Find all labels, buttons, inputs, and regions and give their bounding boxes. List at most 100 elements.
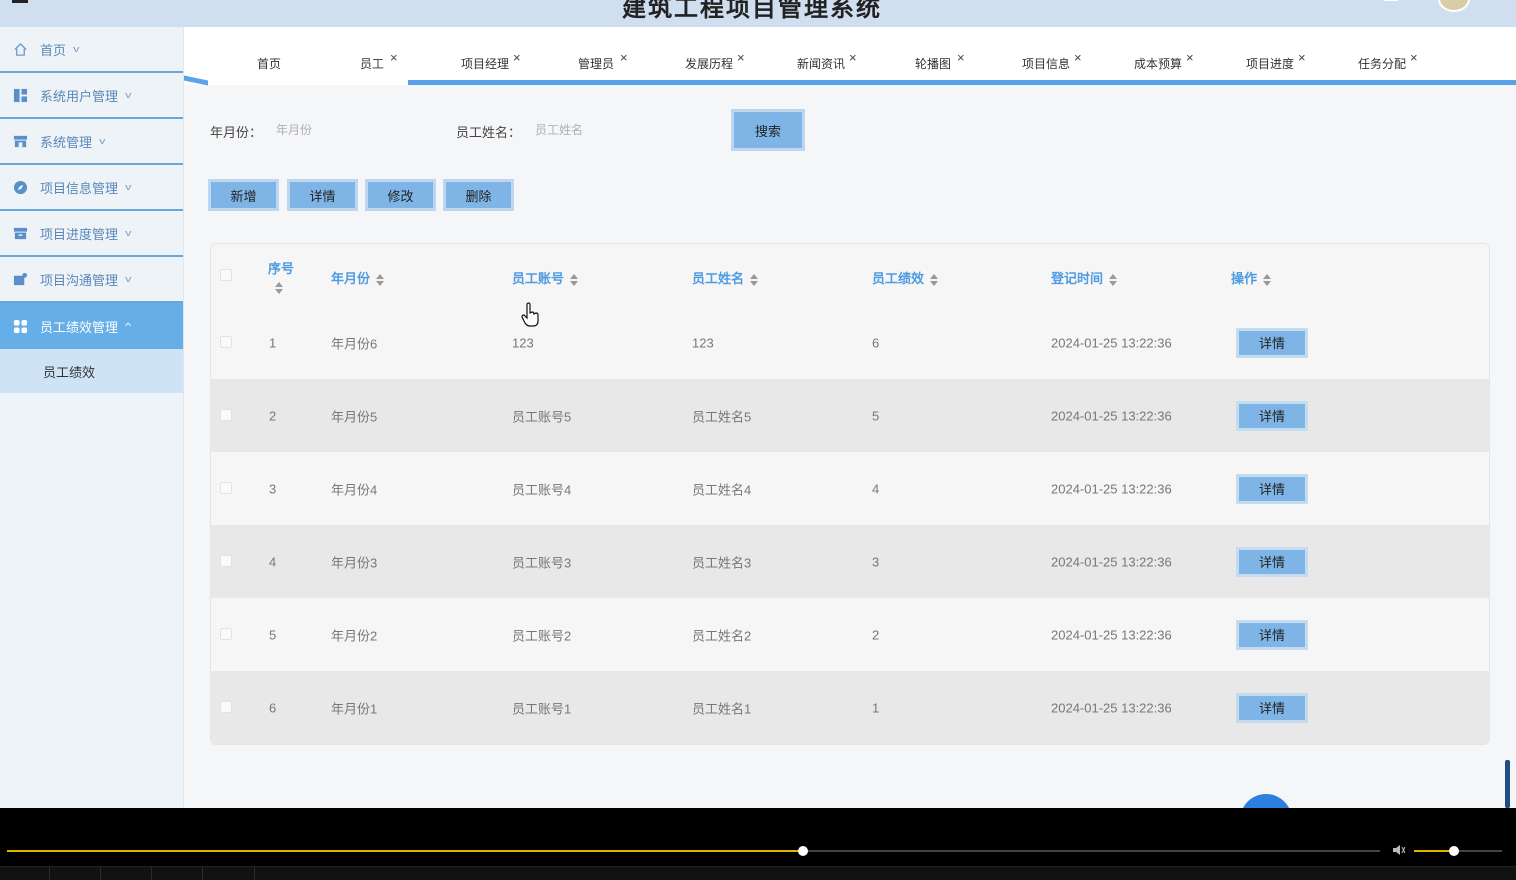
table-row[interactable]: 4 年月份3 员工账号3 员工姓名3 3 2024-01-25 13:22:36… bbox=[211, 525, 1489, 598]
close-icon[interactable]: × bbox=[957, 50, 965, 65]
search-button[interactable]: 搜索 bbox=[731, 109, 805, 151]
column-header-action[interactable]: 操作 bbox=[1231, 268, 1272, 287]
sidebar-item-system-users[interactable]: 系统用户管理 v bbox=[0, 73, 183, 119]
scrollbar[interactable] bbox=[1505, 760, 1510, 808]
row-detail-button[interactable]: 详情 bbox=[1236, 692, 1308, 723]
volume-icon[interactable] bbox=[1392, 843, 1406, 859]
row-detail-button[interactable]: 详情 bbox=[1236, 400, 1308, 431]
segment[interactable] bbox=[203, 867, 255, 880]
sort-icon[interactable] bbox=[376, 273, 385, 286]
sort-icon[interactable] bbox=[750, 273, 759, 286]
segment[interactable] bbox=[0, 867, 50, 880]
cell-index: 3 bbox=[269, 481, 277, 496]
chevron-down-icon: v bbox=[125, 228, 132, 238]
close-icon[interactable]: × bbox=[1074, 50, 1082, 65]
sidebar-item-home[interactable]: 首页 v bbox=[0, 27, 183, 73]
avatar[interactable] bbox=[1438, 0, 1470, 12]
sidebar-item-project-info[interactable]: 项目信息管理 v bbox=[0, 165, 183, 211]
tab-cost-budget[interactable]: 成本预算 × bbox=[1134, 50, 1194, 72]
progress-knob[interactable] bbox=[798, 846, 809, 856]
row-checkbox[interactable] bbox=[220, 628, 232, 640]
row-checkbox[interactable] bbox=[220, 701, 232, 713]
cell-month: 年月份4 bbox=[331, 482, 378, 497]
cell-score: 4 bbox=[872, 481, 880, 496]
close-icon[interactable]: × bbox=[513, 50, 521, 65]
cell-account: 员工账号5 bbox=[512, 409, 572, 424]
close-icon[interactable]: × bbox=[849, 50, 857, 65]
tab-admin[interactable]: 管理员 × bbox=[578, 50, 628, 72]
tab-carousel[interactable]: 轮播图 × bbox=[915, 50, 965, 72]
row-checkbox[interactable] bbox=[220, 336, 232, 348]
tab-home[interactable]: 首页 bbox=[257, 55, 281, 72]
cell-time: 2024-01-25 13:22:36 bbox=[1051, 627, 1172, 642]
volume-knob[interactable] bbox=[1448, 846, 1459, 856]
sort-icon[interactable] bbox=[1109, 273, 1118, 286]
row-detail-button[interactable]: 详情 bbox=[1236, 546, 1308, 577]
column-header-month[interactable]: 年月份 bbox=[331, 268, 385, 287]
edit-button[interactable]: 修改 bbox=[365, 179, 436, 211]
tab-history[interactable]: 发展历程 × bbox=[685, 50, 745, 72]
sidebar-item-system[interactable]: 系统管理 v bbox=[0, 119, 183, 165]
sidebar-subitem-employee-performance[interactable]: 员工绩效 bbox=[0, 349, 183, 393]
column-header-label: 登记时间 bbox=[1051, 271, 1104, 286]
cell-name: 员工姓名2 bbox=[692, 628, 752, 643]
row-detail-button[interactable]: 详情 bbox=[1236, 473, 1308, 504]
sort-icon[interactable] bbox=[1263, 273, 1272, 286]
row-checkbox[interactable] bbox=[220, 555, 232, 567]
column-header-time[interactable]: 登记时间 bbox=[1051, 268, 1118, 287]
tab-project-info[interactable]: 项目信息 × bbox=[1022, 50, 1082, 72]
tab-task-assignment[interactable]: 任务分配 × bbox=[1358, 50, 1418, 72]
sort-icon[interactable] bbox=[570, 273, 579, 286]
column-header-index[interactable]: 序号 bbox=[268, 258, 294, 294]
cell-score: 5 bbox=[872, 408, 880, 423]
sort-icon[interactable] bbox=[930, 273, 939, 286]
user-menu-icon[interactable] bbox=[1384, 0, 1398, 1]
close-icon[interactable]: × bbox=[1410, 50, 1418, 65]
table-row[interactable]: 2 年月份5 员工账号5 员工姓名5 5 2024-01-25 13:22:36… bbox=[211, 379, 1489, 452]
sidebar-item-project-communication[interactable]: 项目沟通管理 v bbox=[0, 257, 183, 303]
employee-name-input[interactable] bbox=[535, 115, 705, 145]
delete-button[interactable]: 删除 bbox=[443, 179, 514, 211]
menu-icon[interactable] bbox=[12, 0, 28, 3]
row-checkbox[interactable] bbox=[220, 409, 232, 421]
volume-slider[interactable] bbox=[1414, 846, 1502, 856]
row-detail-button[interactable]: 详情 bbox=[1236, 619, 1308, 650]
column-header-name[interactable]: 员工姓名 bbox=[692, 268, 759, 287]
cell-name: 员工姓名1 bbox=[692, 701, 752, 716]
table-row[interactable]: 6 年月份1 员工账号1 员工姓名1 1 2024-01-25 13:22:36… bbox=[211, 671, 1489, 744]
row-detail-button[interactable]: 详情 bbox=[1236, 327, 1308, 358]
tab-news[interactable]: 新闻资讯 × bbox=[797, 50, 857, 72]
month-input[interactable] bbox=[276, 115, 436, 145]
performance-table: 序号 年月份 员工账号 员工姓名 员工绩效 登记时间 操作 1 年月份6 123… bbox=[210, 243, 1490, 745]
tab-employee[interactable]: 员工 × bbox=[360, 50, 398, 72]
progress-slider[interactable] bbox=[7, 846, 1380, 856]
cell-time: 2024-01-25 13:22:36 bbox=[1051, 408, 1172, 423]
volume-fill bbox=[1414, 850, 1454, 852]
select-all-checkbox[interactable] bbox=[220, 269, 232, 281]
sidebar-item-project-progress[interactable]: 项目进度管理 v bbox=[0, 211, 183, 257]
sidebar-item-employee-performance[interactable]: 员工绩效管理 ^ bbox=[0, 303, 183, 349]
close-icon[interactable]: × bbox=[737, 50, 745, 65]
table-row[interactable]: 3 年月份4 员工账号4 员工姓名4 4 2024-01-25 13:22:36… bbox=[211, 452, 1489, 525]
chevron-down-icon: v bbox=[73, 44, 80, 54]
close-icon[interactable]: × bbox=[620, 50, 628, 65]
column-header-account[interactable]: 员工账号 bbox=[512, 268, 579, 287]
close-icon[interactable]: × bbox=[1298, 50, 1306, 65]
column-header-label: 序号 bbox=[268, 261, 295, 276]
sidebar-item-label: 首页 bbox=[40, 42, 67, 58]
segment[interactable] bbox=[152, 867, 203, 880]
table-row[interactable]: 1 年月份6 123 123 6 2024-01-25 13:22:36 详情 bbox=[211, 306, 1489, 379]
segment[interactable] bbox=[101, 867, 152, 880]
close-icon[interactable]: × bbox=[1186, 50, 1194, 65]
column-header-score[interactable]: 员工绩效 bbox=[872, 268, 939, 287]
tab-label: 项目进度 bbox=[1246, 57, 1295, 71]
tab-project-progress[interactable]: 项目进度 × bbox=[1246, 50, 1306, 72]
tab-project-manager[interactable]: 项目经理 × bbox=[461, 50, 521, 72]
detail-button[interactable]: 详情 bbox=[287, 179, 358, 211]
close-icon[interactable]: × bbox=[390, 50, 398, 65]
add-button[interactable]: 新增 bbox=[208, 179, 279, 211]
table-row[interactable]: 5 年月份2 员工账号2 员工姓名2 2 2024-01-25 13:22:36… bbox=[211, 598, 1489, 671]
row-checkbox[interactable] bbox=[220, 482, 232, 494]
segment[interactable] bbox=[50, 867, 101, 880]
sort-icon[interactable] bbox=[275, 281, 283, 294]
